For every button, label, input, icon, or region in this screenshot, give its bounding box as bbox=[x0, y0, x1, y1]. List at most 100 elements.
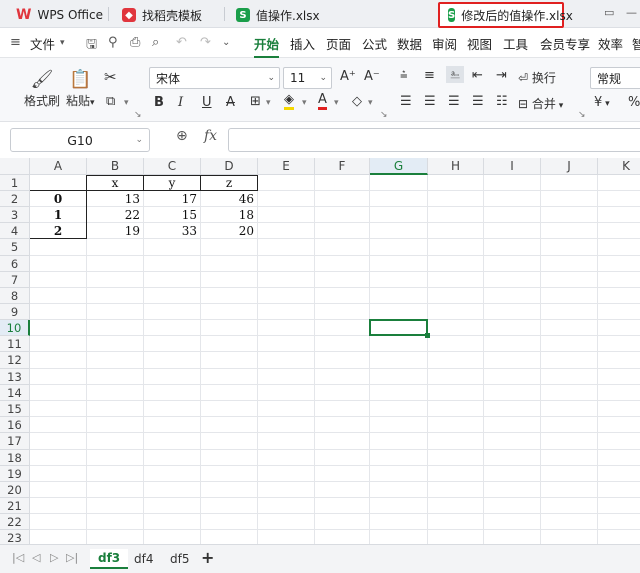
row-header[interactable]: 20 bbox=[0, 482, 30, 498]
row-header[interactable]: 21 bbox=[0, 498, 30, 514]
column-header-k[interactable]: K bbox=[598, 158, 640, 175]
save-icon[interactable]: 🖫 bbox=[86, 35, 97, 57]
row-header[interactable]: 12 bbox=[0, 352, 30, 369]
more-chevron-icon[interactable]: ⌄ bbox=[222, 37, 230, 48]
add-sheet-icon[interactable]: + bbox=[201, 548, 214, 567]
row-header[interactable]: 7 bbox=[0, 272, 30, 288]
row-header[interactable]: 18 bbox=[0, 450, 30, 466]
undo-icon[interactable]: ↶ bbox=[176, 35, 187, 50]
copy-dropdown-icon[interactable]: ▾ bbox=[124, 98, 129, 108]
row-header-selected[interactable]: 10 bbox=[0, 320, 30, 336]
cell-c2[interactable]: 17 bbox=[144, 191, 200, 206]
font-size-select[interactable]: 11 ⌄ bbox=[283, 67, 332, 89]
cell-b1[interactable]: x bbox=[87, 175, 143, 190]
row-header[interactable]: 8 bbox=[0, 288, 30, 304]
menu-tools[interactable]: 工具 bbox=[503, 34, 528, 53]
decrease-indent-icon[interactable]: ⇤ bbox=[472, 68, 483, 83]
font-color-dropdown-icon[interactable]: ▾ bbox=[334, 98, 339, 108]
cell-a3[interactable]: 1 bbox=[30, 207, 86, 222]
tab-wps-office[interactable]: W WPS Office bbox=[8, 2, 111, 28]
row-header[interactable]: 2 bbox=[0, 191, 30, 207]
menu-more[interactable]: 智 bbox=[632, 34, 640, 53]
menu-member[interactable]: 会员专享 bbox=[540, 34, 590, 53]
align-bottom-icon[interactable]: ⎁ bbox=[446, 66, 465, 83]
font-color-icon[interactable]: A bbox=[318, 93, 327, 110]
cell-b2[interactable]: 13 bbox=[87, 191, 143, 206]
name-box[interactable]: G10 ⌄ bbox=[10, 128, 150, 152]
strikethrough-icon[interactable]: A bbox=[226, 95, 235, 110]
clear-format-icon[interactable]: ◇ bbox=[352, 94, 362, 109]
row-header[interactable]: 11 bbox=[0, 336, 30, 352]
column-header-c[interactable]: C bbox=[144, 158, 201, 175]
cell-b3[interactable]: 22 bbox=[87, 207, 143, 222]
cell-c1[interactable]: y bbox=[144, 175, 200, 190]
row-header[interactable]: 22 bbox=[0, 514, 30, 530]
align-left-icon[interactable]: ☰ bbox=[400, 94, 412, 109]
currency-button[interactable]: ¥ ▾ bbox=[594, 95, 610, 110]
border-icon[interactable]: ⊞ bbox=[250, 94, 261, 109]
row-header[interactable]: 9 bbox=[0, 304, 30, 320]
menu-review[interactable]: 审阅 bbox=[432, 34, 457, 53]
border-dropdown-icon[interactable]: ▾ bbox=[266, 98, 271, 108]
row-header[interactable]: 1 bbox=[0, 175, 30, 191]
column-header-e[interactable]: E bbox=[258, 158, 315, 175]
column-header-j[interactable]: J bbox=[541, 158, 598, 175]
formula-input[interactable] bbox=[228, 128, 640, 152]
align-top-icon[interactable]: ⩮ bbox=[400, 68, 408, 83]
fx-icon[interactable]: fx bbox=[204, 128, 217, 144]
row-header[interactable]: 5 bbox=[0, 239, 30, 256]
underline-icon[interactable]: U bbox=[202, 95, 212, 110]
decrease-font-icon[interactable]: A⁻ bbox=[364, 69, 380, 84]
menu-home[interactable]: 开始 bbox=[254, 34, 280, 58]
cell-d3[interactable]: 18 bbox=[201, 207, 257, 222]
print-preview-icon[interactable]: ⌕ bbox=[152, 35, 159, 50]
increase-font-icon[interactable]: A⁺ bbox=[340, 69, 356, 84]
font-name-select[interactable]: 宋体 ⌄ bbox=[149, 67, 280, 89]
row-header[interactable]: 13 bbox=[0, 369, 30, 385]
row-header[interactable]: 3 bbox=[0, 207, 30, 223]
align-right-icon[interactable]: ☰ bbox=[448, 94, 460, 109]
select-all-corner[interactable] bbox=[0, 158, 30, 175]
row-header[interactable]: 23 bbox=[0, 530, 30, 544]
next-sheet-icon[interactable]: ▷ bbox=[50, 551, 58, 564]
sheet-tab-df3[interactable]: df3 bbox=[90, 549, 129, 569]
cell-d2[interactable]: 46 bbox=[201, 191, 257, 206]
menu-data[interactable]: 数据 bbox=[397, 34, 422, 53]
menu-view[interactable]: 视图 bbox=[467, 34, 492, 53]
cell-d1[interactable]: z bbox=[201, 175, 257, 190]
wrap-text-button[interactable]: ⏎ 换行 bbox=[518, 69, 556, 86]
copy-icon[interactable]: ⧉ bbox=[106, 94, 115, 109]
zoom-search-icon[interactable]: ⊕ bbox=[176, 128, 188, 144]
justify-icon[interactable]: ☰ bbox=[472, 94, 484, 109]
align-expand-icon[interactable]: ↘ bbox=[578, 110, 586, 120]
cell-c4[interactable]: 33 bbox=[144, 223, 200, 238]
redo-icon[interactable]: ↷ bbox=[200, 35, 211, 50]
tab-modified-value-ops[interactable]: S 修改后的值操作.xlsx bbox=[438, 2, 573, 28]
bold-icon[interactable]: B bbox=[154, 95, 164, 110]
column-header-g[interactable]: G bbox=[370, 158, 428, 175]
menu-efficiency[interactable]: 效率 bbox=[598, 34, 623, 53]
cell-c3[interactable]: 15 bbox=[144, 207, 200, 222]
clear-dropdown-icon[interactable]: ▾ bbox=[368, 98, 373, 108]
column-header-a[interactable]: A bbox=[30, 158, 87, 175]
hamburger-menu-icon[interactable]: ≡ bbox=[10, 35, 21, 50]
print-icon[interactable]: ⎙ bbox=[130, 35, 140, 50]
chevron-down-icon[interactable]: ▾ bbox=[60, 38, 65, 48]
row-header[interactable]: 4 bbox=[0, 223, 30, 239]
row-header[interactable]: 17 bbox=[0, 433, 30, 450]
tab-value-ops[interactable]: S 值操作.xlsx bbox=[228, 2, 328, 28]
italic-icon[interactable]: I bbox=[178, 95, 183, 110]
row-header[interactable]: 16 bbox=[0, 417, 30, 433]
number-format-select[interactable]: 常规 bbox=[590, 67, 640, 89]
fill-color-icon[interactable]: ◈ bbox=[284, 93, 294, 110]
tab-template[interactable]: ◆ 找稻壳模板 bbox=[114, 2, 210, 28]
last-sheet-icon[interactable]: ▷| bbox=[66, 551, 78, 564]
increase-indent-icon[interactable]: ⇥ bbox=[496, 68, 507, 83]
cell-b4[interactable]: 19 bbox=[87, 223, 143, 238]
distribute-icon[interactable]: ☷ bbox=[496, 94, 508, 109]
fill-dropdown-icon[interactable]: ▾ bbox=[302, 98, 307, 108]
column-header-i[interactable]: I bbox=[484, 158, 541, 175]
cell-a2[interactable]: 0 bbox=[30, 191, 86, 206]
row-header[interactable]: 6 bbox=[0, 256, 30, 272]
menu-formula[interactable]: 公式 bbox=[362, 34, 387, 53]
